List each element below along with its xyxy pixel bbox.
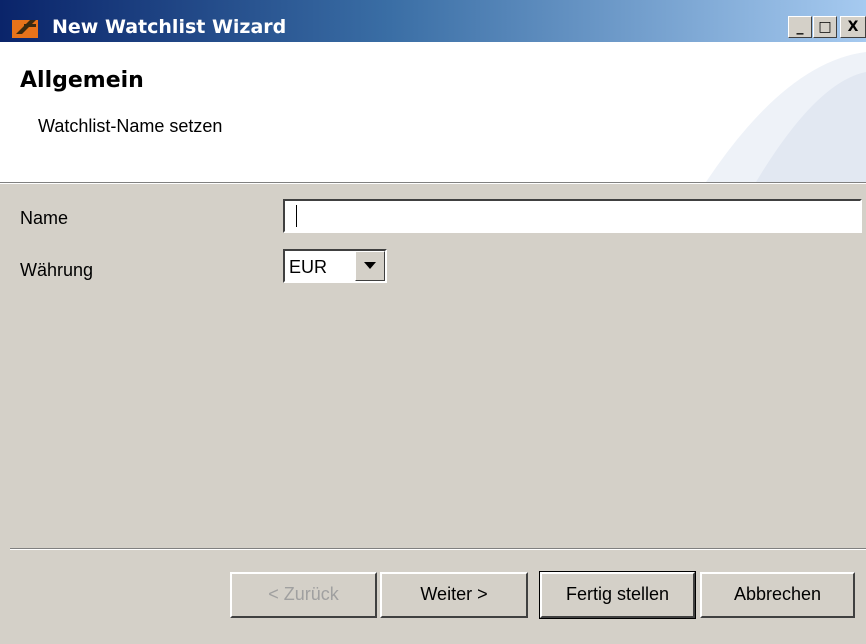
cancel-button[interactable]: Abbrechen bbox=[700, 572, 855, 618]
header-divider-highlight bbox=[0, 183, 866, 184]
wizard-header: Allgemein Watchlist-Name setzen bbox=[0, 42, 866, 182]
minimize-button[interactable]: _ bbox=[788, 16, 812, 38]
footer-divider-highlight bbox=[10, 549, 866, 550]
dropdown-button[interactable] bbox=[355, 251, 385, 281]
name-label: Name bbox=[20, 208, 69, 228]
header-decoration bbox=[706, 52, 866, 182]
close-button[interactable]: X bbox=[840, 16, 866, 38]
next-button[interactable]: Weiter > bbox=[380, 572, 528, 618]
page-subtitle: Watchlist-Name setzen bbox=[38, 116, 223, 136]
app-logo-icon bbox=[12, 20, 38, 38]
currency-select[interactable]: EUR bbox=[283, 249, 387, 283]
window-titlebar[interactable]: New Watchlist Wizard _ □ X bbox=[0, 0, 866, 42]
chevron-down-icon bbox=[364, 262, 376, 269]
name-field[interactable] bbox=[283, 199, 862, 233]
back-button[interactable]: < Zurück bbox=[230, 572, 377, 618]
maximize-button[interactable]: □ bbox=[813, 16, 837, 38]
currency-value: EUR bbox=[289, 257, 328, 277]
finish-button[interactable]: Fertig stellen bbox=[539, 571, 696, 619]
text-caret bbox=[296, 205, 297, 227]
currency-label: Währung bbox=[20, 260, 94, 280]
page-title: Allgemein bbox=[20, 68, 144, 93]
finish-button-label: Fertig stellen bbox=[565, 584, 670, 604]
window-title: New Watchlist Wizard bbox=[52, 16, 287, 38]
